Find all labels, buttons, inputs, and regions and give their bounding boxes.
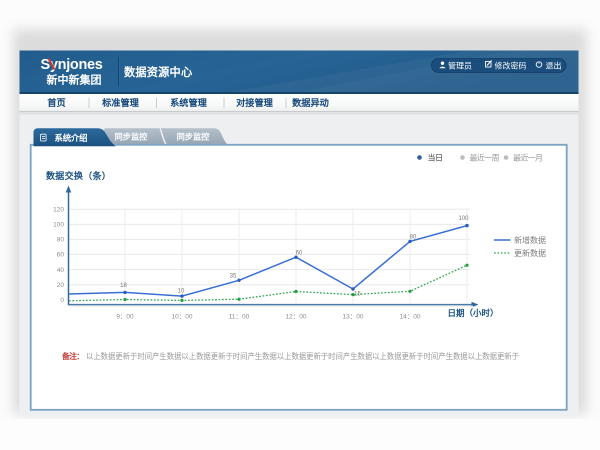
svg-text:18: 18 — [120, 283, 127, 289]
svg-text:更新数据: 更新数据 — [514, 248, 546, 258]
svg-text:20: 20 — [57, 282, 65, 289]
svg-text:9：00: 9：00 — [116, 314, 134, 321]
svg-text:11：00: 11：00 — [229, 314, 250, 321]
svg-text:0: 0 — [60, 297, 64, 304]
svg-text:备注：: 备注： — [61, 351, 84, 361]
svg-text:同步监控: 同步监控 — [177, 131, 211, 141]
svg-text:数据交换（条）: 数据交换（条） — [46, 170, 111, 181]
svg-text:35: 35 — [230, 274, 237, 280]
svg-text:管理员: 管理员 — [448, 60, 472, 70]
svg-text:数据资源中心: 数据资源中心 — [124, 65, 193, 79]
svg-text:数据异动: 数据异动 — [291, 97, 329, 108]
svg-text:60: 60 — [57, 252, 65, 259]
svg-text:最近一月: 最近一月 — [513, 153, 543, 163]
svg-text:修改密码: 修改密码 — [495, 60, 527, 70]
svg-text:首页: 首页 — [47, 97, 65, 108]
svg-text:15: 15 — [354, 292, 361, 298]
svg-text:日期（小时）: 日期（小时） — [447, 308, 498, 318]
svg-text:系统管理: 系统管理 — [170, 97, 208, 108]
svg-text:80: 80 — [410, 235, 417, 241]
svg-text:80: 80 — [57, 237, 65, 244]
svg-text:同步监控: 同步监控 — [115, 131, 149, 141]
svg-text:当日: 当日 — [428, 153, 444, 163]
svg-text:新中新集团: 新中新集团 — [47, 73, 102, 87]
svg-text:120: 120 — [53, 207, 64, 214]
svg-text:对接管理: 对接管理 — [236, 97, 274, 108]
svg-text:13：00: 13：00 — [343, 314, 364, 321]
svg-text:以上数据更新于时间产生数据以上数据更新于时间产生数据以上数据: 以上数据更新于时间产生数据以上数据更新于时间产生数据以上数据更新于时间产生数据以… — [86, 351, 519, 361]
svg-text:14：00: 14：00 — [400, 314, 421, 321]
svg-text:100: 100 — [53, 222, 64, 229]
svg-text:10：00: 10：00 — [172, 314, 193, 321]
svg-text:12：00: 12：00 — [286, 314, 307, 321]
svg-text:最近一周: 最近一周 — [470, 153, 500, 163]
svg-text:标准管理: 标准管理 — [101, 97, 140, 108]
svg-text:60: 60 — [296, 251, 303, 257]
svg-text:100: 100 — [458, 216, 469, 222]
svg-text:40: 40 — [57, 267, 65, 274]
svg-text:新增数据: 新增数据 — [514, 235, 546, 245]
svg-text:10: 10 — [178, 289, 185, 295]
svg-text:系统介绍: 系统介绍 — [55, 133, 88, 143]
svg-text:退出: 退出 — [546, 60, 562, 70]
